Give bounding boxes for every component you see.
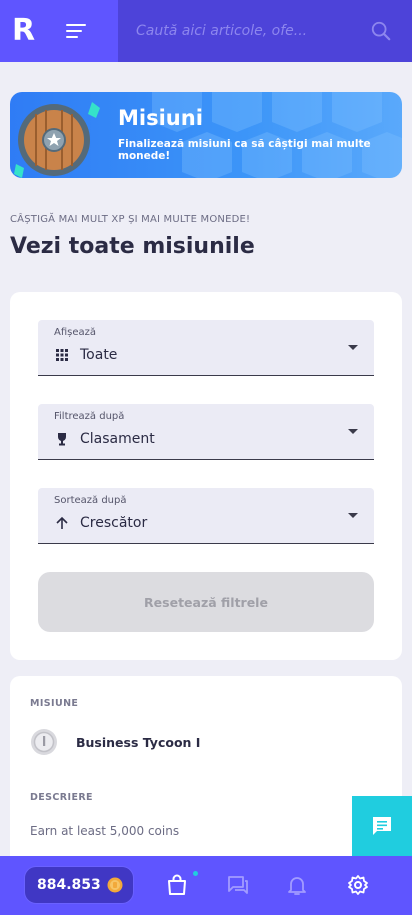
coin-amount: 884.853 xyxy=(37,877,101,893)
sort-by-select[interactable]: Sortează după Crescător xyxy=(38,488,374,544)
mission-section-label: MISIUNE xyxy=(30,698,79,709)
notification-dot xyxy=(193,871,198,876)
mission-description: Earn at least 5,000 coins xyxy=(30,824,180,838)
chevron-down-icon xyxy=(348,513,358,518)
show-select[interactable]: Afișează Toate xyxy=(38,320,374,376)
top-bar-left: R xyxy=(0,0,118,62)
filter-by-label: Filtrează după xyxy=(54,411,125,422)
search-input[interactable] xyxy=(136,23,376,39)
show-select-label: Afișează xyxy=(54,327,97,338)
banner-title: Misiuni xyxy=(118,106,203,130)
mission-name: Business Tycoon I xyxy=(76,735,201,750)
sort-by-label: Sortează după xyxy=(54,495,127,506)
top-bar: R xyxy=(0,0,412,62)
chevron-down-icon xyxy=(348,345,358,350)
coin-icon xyxy=(107,877,123,893)
chat-icon[interactable] xyxy=(227,874,249,896)
medal-icon xyxy=(31,729,57,755)
coin-balance[interactable]: 884.853 xyxy=(24,866,134,904)
filter-by-select[interactable]: Filtrează după Clasament xyxy=(38,404,374,460)
grid-icon xyxy=(56,349,68,361)
chat-bubble-icon xyxy=(373,817,391,835)
filter-by-value: Clasament xyxy=(80,431,155,447)
sort-by-value: Crescător xyxy=(80,515,148,531)
chat-button[interactable] xyxy=(352,796,412,856)
app-logo[interactable]: R xyxy=(12,14,46,48)
arrow-up-icon xyxy=(56,516,68,529)
description-section-label: DESCRIERE xyxy=(30,792,93,803)
show-select-value: Toate xyxy=(80,347,118,363)
menu-button[interactable] xyxy=(66,22,88,40)
search-bar xyxy=(118,0,412,62)
page-title: Vezi toate misiunile xyxy=(10,234,255,259)
banner-pattern xyxy=(152,92,402,178)
shopping-bag-icon[interactable] xyxy=(166,874,188,896)
trophy-icon xyxy=(58,433,66,446)
bell-icon[interactable] xyxy=(286,874,308,896)
bottom-nav: 884.853 xyxy=(0,856,412,915)
missions-banner: Misiuni Finalizează misiuni ca să câștig… xyxy=(10,92,402,178)
gear-icon[interactable] xyxy=(347,874,369,896)
search-icon[interactable] xyxy=(370,20,392,42)
mission-card: MISIUNE Business Tycoon I DESCRIERE Earn… xyxy=(10,676,402,876)
chevron-down-icon xyxy=(348,429,358,434)
filter-card: Afișează Toate Filtrează după Clasament … xyxy=(10,292,402,660)
banner-subtitle: Finalizează misiuni ca să câștigi mai mu… xyxy=(118,138,371,162)
shield-icon xyxy=(14,102,100,178)
reset-filters-button[interactable]: Resetează filtrele xyxy=(38,572,374,632)
page-kicker: CÂȘTIGĂ MAI MULT XP ȘI MAI MULTE MONEDE! xyxy=(10,214,251,225)
